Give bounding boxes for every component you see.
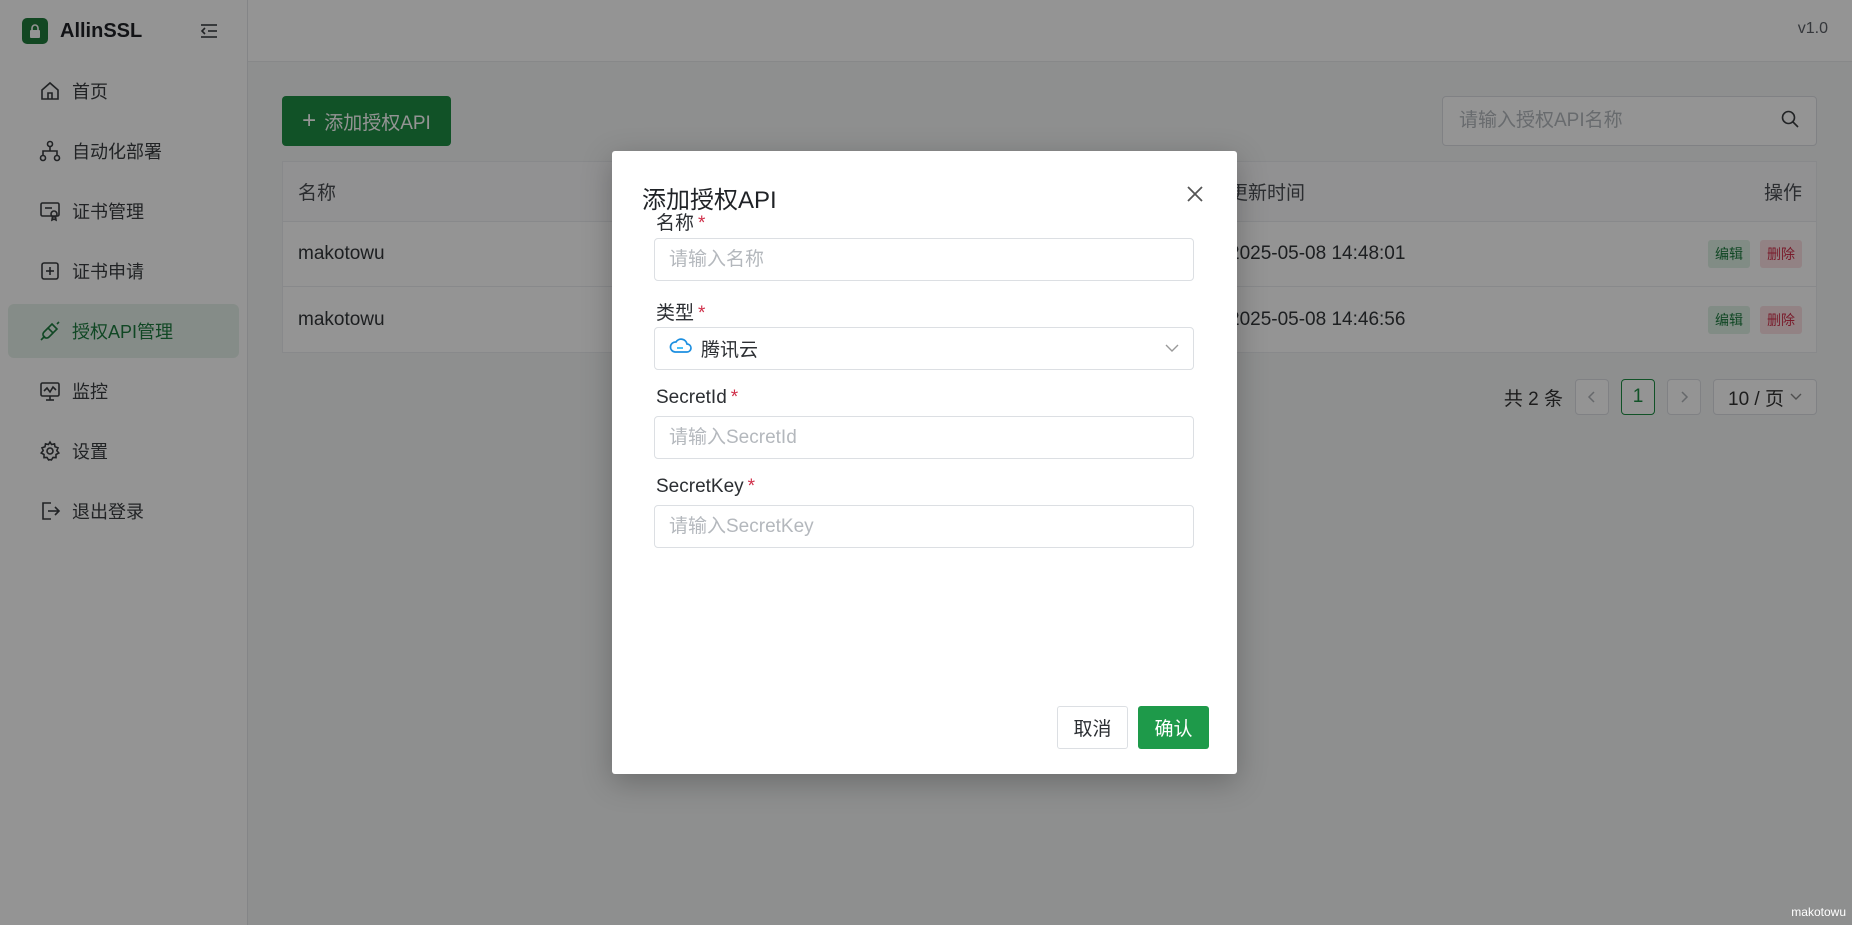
chevron-down-icon xyxy=(1165,344,1179,352)
secret-id-label-text: SecretId xyxy=(656,387,727,408)
add-api-modal: 添加授权API 名称* 类型* 腾讯云 SecretId* SecretKey*… xyxy=(612,151,1237,774)
confirm-button[interactable]: 确认 xyxy=(1138,706,1209,749)
close-icon[interactable] xyxy=(1183,182,1207,206)
secret-id-field-label: SecretId * xyxy=(656,387,738,409)
type-field-label: 类型 * xyxy=(656,298,705,325)
cancel-button[interactable]: 取消 xyxy=(1057,706,1128,749)
type-select-value: 腾讯云 xyxy=(701,340,759,361)
name-input[interactable] xyxy=(654,238,1194,281)
required-mark: * xyxy=(747,476,756,497)
required-mark: * xyxy=(698,303,706,324)
name-label-text: 名称 xyxy=(656,213,695,234)
name-field-label: 名称 * xyxy=(656,208,705,235)
type-label-text: 类型 xyxy=(656,303,695,324)
tencent-cloud-icon xyxy=(669,337,693,360)
required-mark: * xyxy=(698,213,706,234)
required-mark: * xyxy=(730,387,739,408)
type-select[interactable]: 腾讯云 xyxy=(654,327,1194,370)
secret-key-field-label: SecretKey * xyxy=(656,476,755,498)
secret-id-input[interactable] xyxy=(654,416,1194,459)
secret-key-label-text: SecretKey xyxy=(656,476,744,497)
watermark: makotowu xyxy=(1791,905,1846,919)
secret-key-input[interactable] xyxy=(654,505,1194,548)
